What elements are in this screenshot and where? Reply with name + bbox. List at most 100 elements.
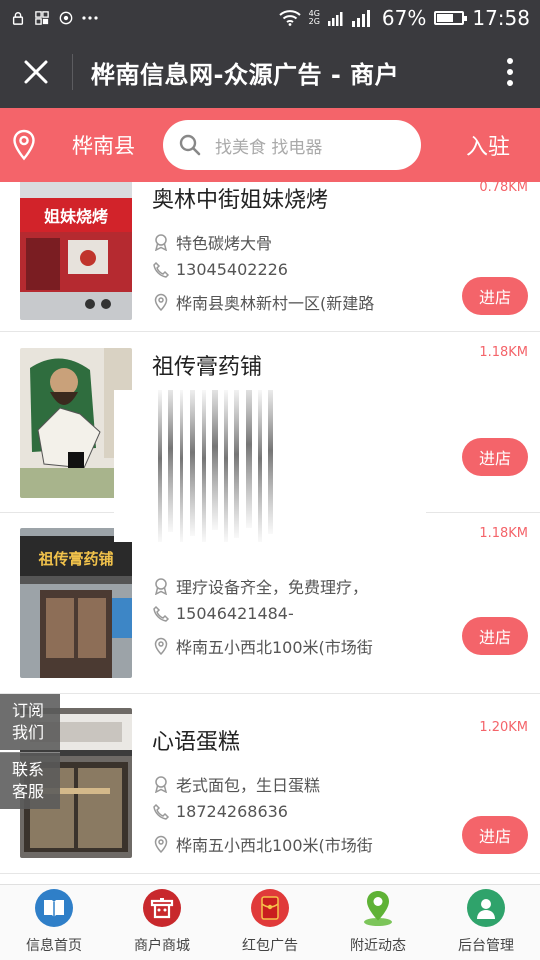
merchant-name: 祖传膏药铺 — [152, 355, 263, 380]
page-title: 桦南信息网-众源广告 - 商户 — [91, 60, 400, 89]
merchant-distance: 1.18KM — [479, 345, 528, 360]
merchant-name: 奥林中街姐妹烧烤 — [152, 188, 329, 213]
network-2g: 2G — [308, 17, 320, 26]
location-button[interactable] — [0, 129, 48, 161]
clock: 17:58 — [472, 6, 530, 30]
lock-icon — [12, 12, 24, 25]
red-packet-icon — [251, 889, 289, 927]
merchant-address-text: 桦南五小西北100米(市场街 — [176, 638, 373, 657]
search-input[interactable]: 找美食 找电器 — [163, 120, 421, 170]
close-icon — [24, 60, 48, 84]
merchant-row-partial — [0, 874, 540, 884]
location-pin-icon — [13, 129, 35, 161]
book-icon — [35, 889, 73, 927]
merchant-feature: 特色碳烤大骨 — [152, 230, 272, 254]
merchant-feature-text: 理疗设备齐全，免费理疗， — [176, 578, 369, 597]
merchant-feature-text: 特色碳烤大骨 — [176, 234, 273, 253]
enter-store-button[interactable]: 进店 — [462, 816, 528, 854]
nav-item-home[interactable]: 信息首页 — [0, 885, 108, 960]
merchant-phone[interactable]: 13045402226 — [152, 260, 288, 279]
storefront-bbq-image: 姐妹烧烤 — [20, 182, 132, 320]
storefront-medicine-image: 祖传膏药铺 — [20, 528, 132, 678]
loading-overlay — [114, 390, 426, 542]
nav-item-nearby[interactable]: 附近动态 — [324, 885, 432, 960]
merchant-distance: 1.18KM — [479, 526, 528, 541]
merchant-thumbnail: 姐妹烧烤 — [20, 182, 132, 320]
customer-service-tab[interactable]: 联系 客服 — [0, 752, 60, 809]
signal-2-icon — [351, 10, 370, 27]
ribbon-icon — [154, 776, 168, 793]
phone-icon — [153, 261, 170, 278]
subscribe-label-1: 订阅 — [12, 701, 45, 720]
nav-label: 商户商城 — [134, 938, 190, 954]
merchant-feature: 理疗设备齐全，免费理疗， — [152, 574, 368, 598]
more-vertical-icon — [507, 58, 513, 86]
more-menu-button[interactable] — [480, 36, 540, 108]
enter-store-button[interactable]: 进店 — [462, 617, 528, 655]
nav-label: 信息首页 — [26, 938, 82, 954]
shop-icon — [143, 889, 181, 927]
location-icon — [359, 889, 397, 927]
merchant-distance: 1.20KM — [479, 720, 528, 735]
map-pin-icon — [154, 293, 168, 311]
nav-item-admin[interactable]: 后台管理 — [432, 885, 540, 960]
phone-icon — [153, 605, 170, 622]
nav-item-red-packet[interactable]: 红包广告 — [216, 885, 324, 960]
loading-stripes-graphic — [158, 390, 273, 542]
nav-item-shop[interactable]: 商户商城 — [108, 885, 216, 960]
merchant-address: 桦南五小西北100米(市场街 — [152, 634, 373, 658]
thumb-sign-text: 祖传膏药铺 — [37, 550, 113, 568]
merchant-distance: 0.78KM — [479, 182, 528, 195]
merchant-phone-text: 18724268636 — [176, 802, 288, 821]
grid-icon — [35, 11, 49, 25]
merchant-phone-text: 13045402226 — [176, 260, 288, 279]
merchant-phone[interactable]: 18724268636 — [152, 802, 288, 821]
thumb-sign-text: 姐妹烧烤 — [44, 207, 108, 226]
search-icon — [179, 134, 201, 156]
merchant-address: 桦南县奥林新村一区(新建路 — [152, 290, 374, 314]
status-right: 4G 2G 67% 17:58 — [278, 6, 530, 30]
service-label-2: 客服 — [12, 782, 45, 801]
map-pin-icon — [154, 637, 168, 655]
title-bar: 桦南信息网-众源广告 - 商户 — [0, 36, 540, 108]
phone-icon — [153, 803, 170, 820]
nav-label: 红包广告 — [242, 938, 298, 954]
more-notifications-icon — [82, 16, 98, 20]
record-icon — [59, 11, 73, 25]
network-type: 4G 2G — [309, 10, 320, 26]
merchant-name: 心语蛋糕 — [152, 730, 241, 755]
signal-icon — [327, 12, 343, 26]
merchant-row[interactable]: 心语蛋糕 1.20KM 老式面包，生日蛋糕 18724268636 桦南五小西北… — [0, 694, 540, 874]
subscribe-tab[interactable]: 订阅 我们 — [0, 694, 60, 750]
status-left — [10, 11, 98, 25]
title-divider — [72, 54, 73, 90]
merchant-phone[interactable]: 15046421484- — [152, 604, 294, 623]
merchant-row[interactable]: 姐妹烧烤 奥林中街姐妹烧烤 0.78KM 特色碳烤大骨 13045402226 — [0, 182, 540, 332]
merchant-address-text: 桦南五小西北100米(市场街 — [176, 836, 373, 855]
merchant-address: 桦南五小西北100米(市场街 — [152, 832, 373, 856]
join-button[interactable]: 入驻 — [466, 129, 510, 161]
subscribe-label-2: 我们 — [12, 723, 45, 742]
ribbon-icon — [154, 234, 168, 251]
bottom-nav: 信息首页 商户商城 红包广告 附近动态 后台管理 — [0, 884, 540, 960]
wifi-icon — [278, 10, 301, 26]
battery-level — [437, 14, 454, 22]
battery-icon — [434, 11, 468, 25]
close-button[interactable] — [0, 36, 72, 108]
nav-label: 附近动态 — [350, 938, 406, 954]
city-selector[interactable]: 桦南县 — [72, 130, 135, 160]
admin-icon — [467, 889, 505, 927]
enter-store-button[interactable]: 进店 — [462, 277, 528, 315]
merchant-address-text: 桦南县奥林新村一区(新建路 — [176, 294, 375, 313]
merchant-thumbnail: 祖传膏药铺 — [20, 528, 132, 678]
nav-label: 后台管理 — [458, 938, 514, 954]
ribbon-icon — [154, 578, 168, 595]
battery-percent: 67% — [381, 6, 427, 30]
enter-store-button[interactable]: 进店 — [462, 438, 528, 476]
status-bar: 4G 2G 67% 17:58 — [0, 0, 540, 36]
merchant-feature-text: 老式面包，生日蛋糕 — [176, 776, 321, 795]
map-pin-icon — [154, 835, 168, 853]
merchant-phone-text: 15046421484- — [176, 604, 294, 623]
merchant-feature: 老式面包，生日蛋糕 — [152, 772, 320, 796]
app-page: 4G 2G 67% 17:58 桦南信息网-众源广告 - 商户 桦南县 找美食 找… — [0, 0, 540, 960]
